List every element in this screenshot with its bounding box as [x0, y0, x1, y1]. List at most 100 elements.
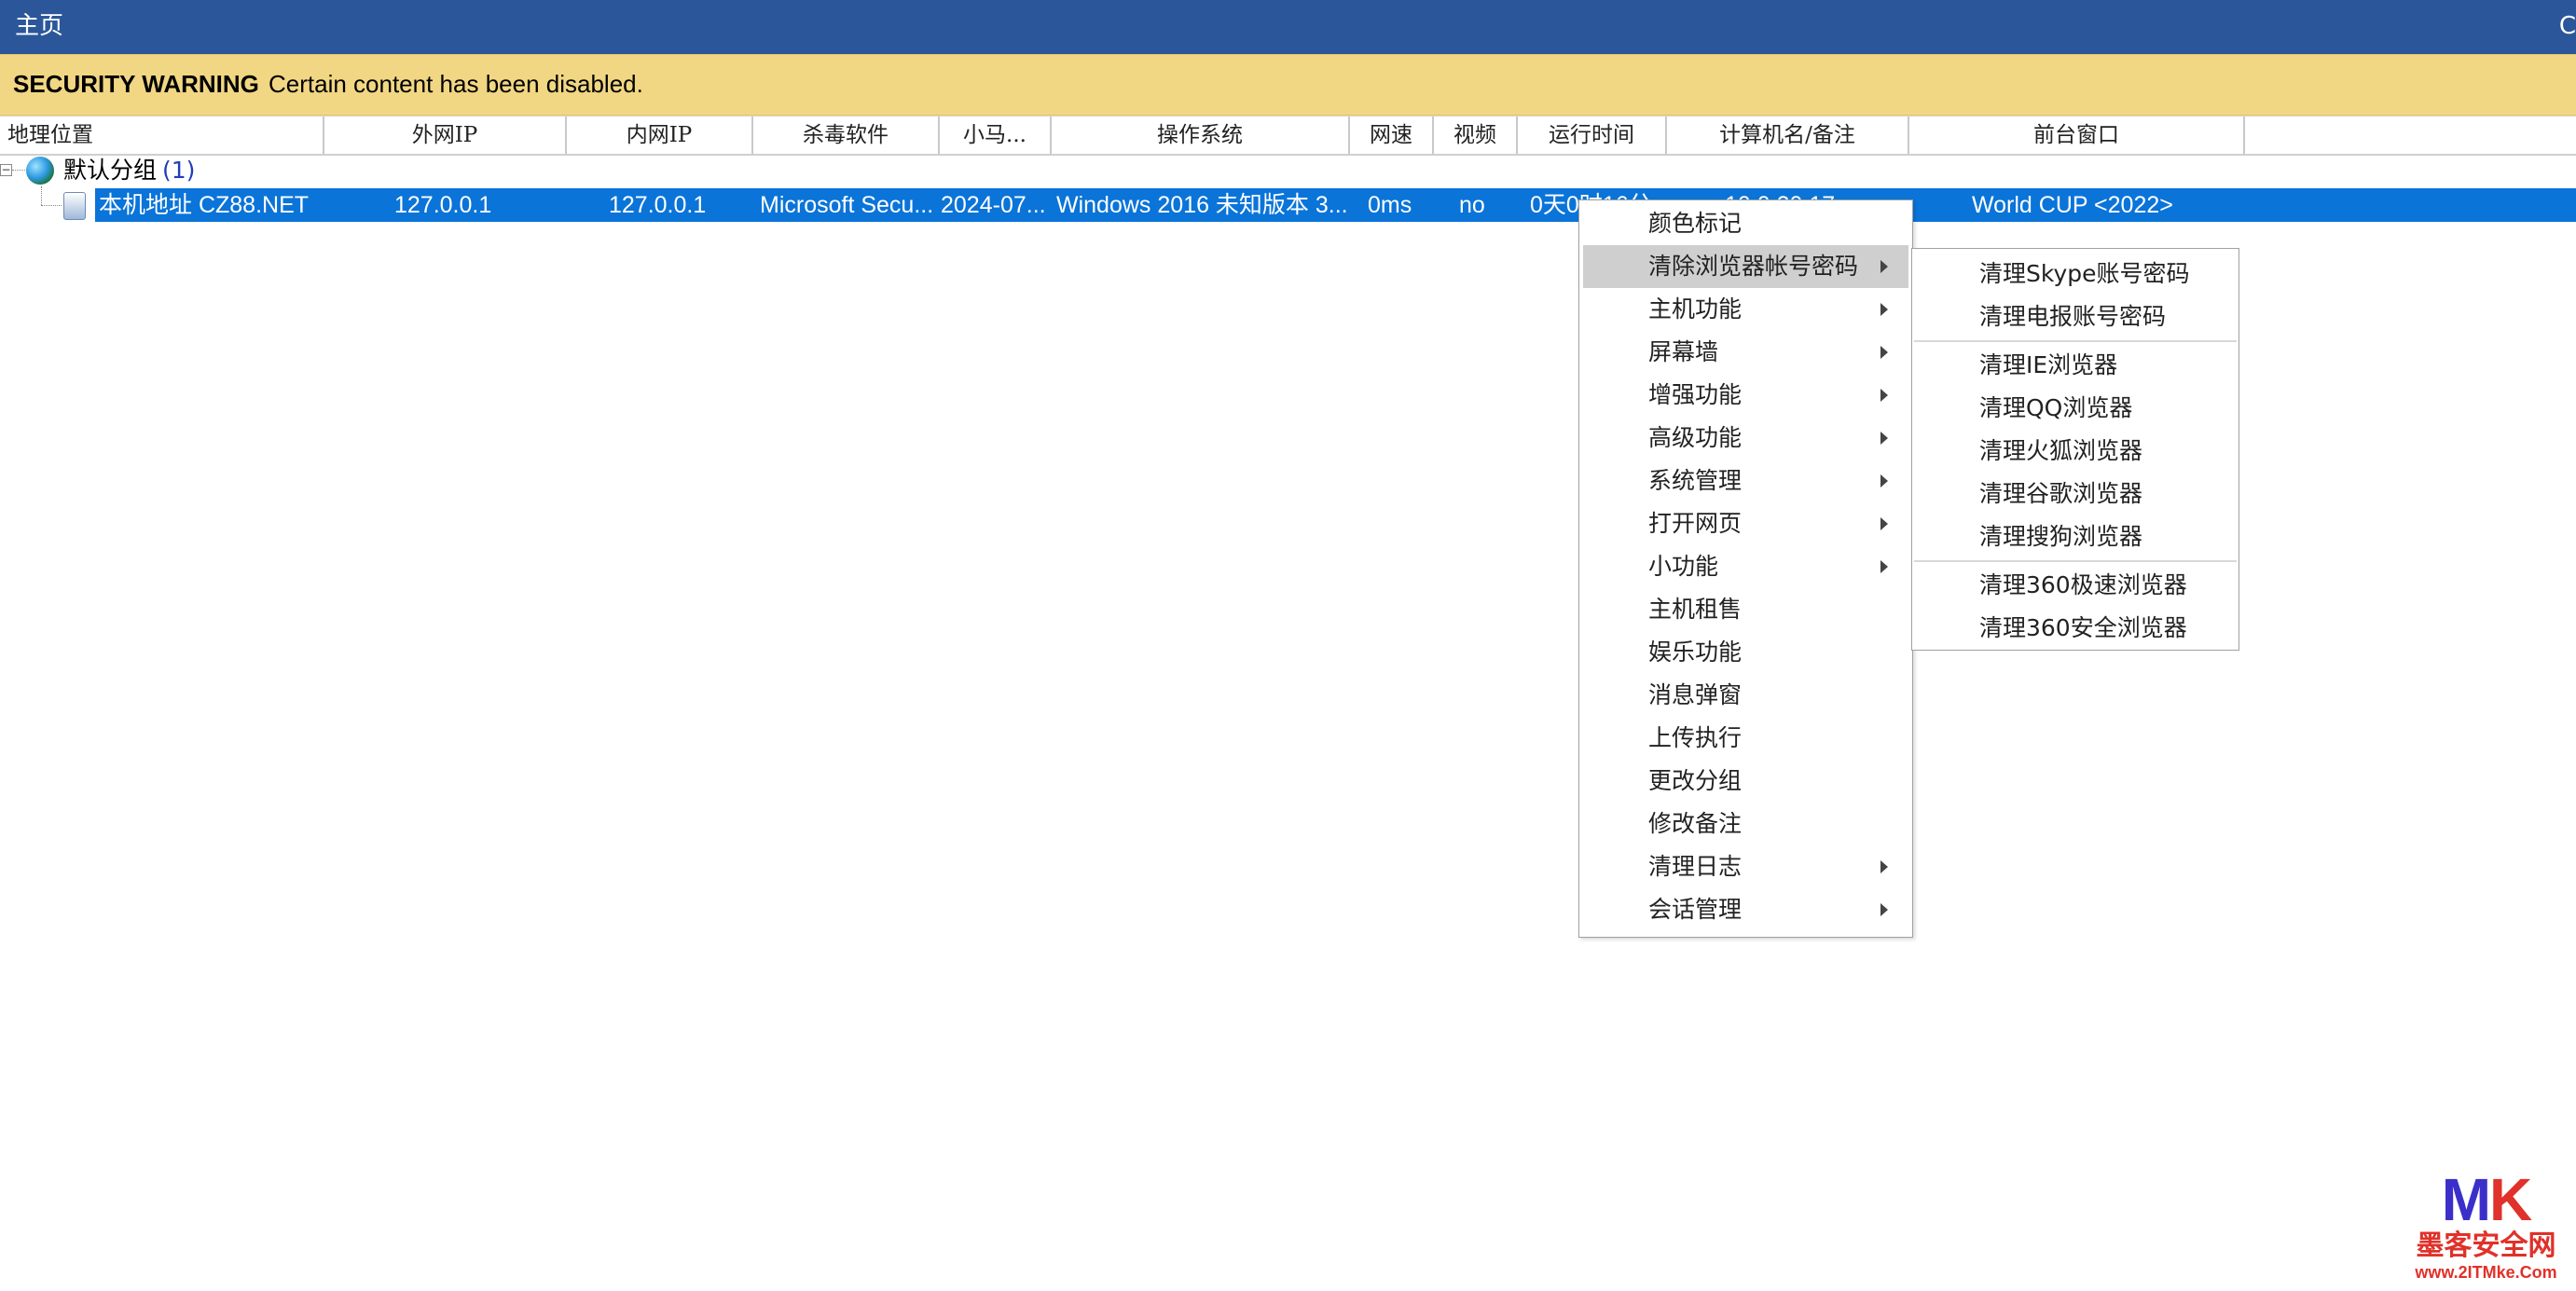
- host-location: 本机地址 CZ88.NET: [99, 192, 310, 218]
- menu-item-label: 修改备注: [1648, 810, 1743, 837]
- menu-item-clear-logs[interactable]: 清理日志: [1583, 845, 1908, 888]
- submenu-item-clear-telegram[interactable]: 清理电报账号密码: [1912, 295, 2239, 338]
- submenu-arrow-icon: [1880, 860, 1888, 873]
- collapse-icon[interactable]: −: [0, 164, 12, 176]
- submenu-item-label: 清理IE浏览器: [1979, 351, 2118, 378]
- computer-icon: [63, 192, 86, 220]
- submenu-item-label: 清理Skype账号密码: [1979, 260, 2190, 287]
- column-header-os[interactable]: 操作系统: [1052, 117, 1350, 154]
- submenu-item-clear-firefox[interactable]: 清理火狐浏览器: [1912, 430, 2239, 473]
- host-speed: 0ms: [1368, 192, 1412, 218]
- column-header-speed[interactable]: 网速: [1350, 117, 1434, 154]
- submenu-item-label: 清理火狐浏览器: [1979, 437, 2143, 464]
- column-header-computer-name[interactable]: 计算机名/备注: [1667, 117, 1909, 154]
- submenu-arrow-icon: [1880, 560, 1888, 573]
- menu-item-system-management[interactable]: 系统管理: [1583, 460, 1908, 502]
- submenu-item-label: 清理360安全浏览器: [1979, 614, 2187, 641]
- menu-item-change-group[interactable]: 更改分组: [1583, 760, 1908, 803]
- submenu-arrow-icon: [1880, 903, 1888, 916]
- host-foreground-window: World CUP <2022>: [1972, 192, 2173, 218]
- submenu-item-clear-360-safe[interactable]: 清理360安全浏览器: [1912, 607, 2239, 650]
- submenu-item-clear-360-speed[interactable]: 清理360极速浏览器: [1912, 564, 2239, 607]
- host-tree: − 默认分组 (1) 本机地址 CZ88.NET 127.0.0.1 127.0.…: [0, 155, 2576, 222]
- submenu-arrow-icon: [1880, 474, 1888, 488]
- submenu-arrow-icon: [1880, 260, 1888, 273]
- menu-item-enhanced-functions[interactable]: 增强功能: [1583, 374, 1908, 417]
- submenu-item-label: 清理搜狗浏览器: [1979, 523, 2143, 550]
- security-warning-message: Certain content has been disabled.: [269, 70, 643, 98]
- column-header-location[interactable]: 地理位置: [0, 117, 324, 154]
- submenu-arrow-icon: [1880, 389, 1888, 402]
- submenu-item-clear-qq-browser[interactable]: 清理QQ浏览器: [1912, 387, 2239, 430]
- tree-connector: [41, 205, 62, 206]
- submenu-arrow-icon: [1880, 517, 1888, 530]
- menu-item-edit-note[interactable]: 修改备注: [1583, 803, 1908, 845]
- host-wan-ip: 127.0.0.1: [394, 192, 492, 218]
- submenu-arrow-icon: [1880, 432, 1888, 445]
- group-count: (1): [162, 157, 196, 184]
- menu-item-open-webpage[interactable]: 打开网页: [1583, 502, 1908, 545]
- host-os: Windows 2016 未知版本 3...: [1056, 192, 1348, 218]
- tree-connector: [12, 170, 25, 171]
- submenu-separator: [1914, 340, 2237, 342]
- group-label: 默认分组 (1): [63, 155, 195, 186]
- menu-item-label: 娱乐功能: [1648, 639, 1743, 666]
- submenu-item-clear-ie[interactable]: 清理IE浏览器: [1912, 344, 2239, 387]
- menu-item-upload-execute[interactable]: 上传执行: [1583, 717, 1908, 760]
- menu-item-label: 打开网页: [1648, 510, 1743, 537]
- security-warning-title: SECURITY WARNING: [13, 70, 259, 98]
- submenu-item-clear-sogou[interactable]: 清理搜狗浏览器: [1912, 515, 2239, 558]
- menu-item-label: 清理日志: [1648, 853, 1743, 880]
- column-header-version[interactable]: 小马...: [940, 117, 1052, 154]
- menu-item-label: 屏幕墙: [1648, 338, 1719, 365]
- menu-item-label: 系统管理: [1648, 467, 1743, 494]
- menu-item-label: 上传执行: [1648, 724, 1743, 751]
- host-list-header: 地理位置 外网IP 内网IP 杀毒软件 小马... 操作系统 网速 视频 运行时…: [0, 116, 2576, 156]
- submenu-item-label: 清理360极速浏览器: [1979, 571, 2187, 598]
- menu-item-label: 增强功能: [1648, 381, 1743, 408]
- menu-item-label: 主机功能: [1648, 295, 1743, 323]
- menu-item-host-rental[interactable]: 主机租售: [1583, 588, 1908, 631]
- security-warning-bar[interactable]: SECURITY WARNING Certain content has bee…: [0, 54, 2576, 116]
- menu-item-screen-wall[interactable]: 屏幕墙: [1583, 331, 1908, 374]
- clear-browser-submenu: 清理Skype账号密码 清理电报账号密码 清理IE浏览器 清理QQ浏览器 清理火…: [1911, 248, 2239, 651]
- window-edge-glyph[interactable]: C: [2559, 9, 2576, 43]
- submenu-item-clear-chrome[interactable]: 清理谷歌浏览器: [1912, 473, 2239, 515]
- watermark-logo: MK 墨客安全网 www.2ITMke.Com: [2396, 1170, 2576, 1291]
- column-header-antivirus[interactable]: 杀毒软件: [753, 117, 940, 154]
- title-bar: 主页 C: [0, 0, 2576, 54]
- menu-item-entertainment[interactable]: 娱乐功能: [1583, 631, 1908, 674]
- menu-item-session-management[interactable]: 会话管理: [1583, 888, 1908, 931]
- column-header-wan-ip[interactable]: 外网IP: [324, 117, 567, 154]
- watermark-name: 墨客安全网: [2416, 1229, 2556, 1262]
- submenu-arrow-icon: [1880, 303, 1888, 316]
- submenu-item-clear-skype[interactable]: 清理Skype账号密码: [1912, 253, 2239, 295]
- menu-item-label: 清除浏览器帐号密码: [1648, 253, 1859, 280]
- host-antivirus: Microsoft Secu...: [760, 192, 934, 218]
- menu-item-clear-browser-passwords[interactable]: 清除浏览器帐号密码: [1583, 245, 1908, 288]
- window-title: 主页: [15, 12, 64, 40]
- host-row[interactable]: 本机地址 CZ88.NET 127.0.0.1 127.0.0.1 Micros…: [95, 188, 2576, 222]
- globe-icon: [26, 157, 54, 185]
- menu-item-message-popup[interactable]: 消息弹窗: [1583, 674, 1908, 717]
- column-header-lan-ip[interactable]: 内网IP: [567, 117, 753, 154]
- watermark-mk: MK: [2441, 1166, 2533, 1233]
- submenu-item-label: 清理谷歌浏览器: [1979, 480, 2143, 507]
- menu-item-color-mark[interactable]: 颜色标记: [1583, 202, 1908, 245]
- context-menu: 颜色标记 清除浏览器帐号密码 主机功能 屏幕墙 增强功能 高级功能 系统管理 打…: [1578, 199, 1913, 938]
- menu-item-label: 消息弹窗: [1648, 681, 1743, 708]
- column-header-video[interactable]: 视频: [1434, 117, 1518, 154]
- menu-item-label: 会话管理: [1648, 896, 1743, 923]
- column-header-foreground[interactable]: 前台窗口: [1909, 117, 2245, 154]
- submenu-item-label: 清理电报账号密码: [1979, 303, 2167, 330]
- watermark-url: www.2ITMke.Com: [2415, 1263, 2557, 1282]
- submenu-separator: [1914, 560, 2237, 562]
- menu-item-small-functions[interactable]: 小功能: [1583, 545, 1908, 588]
- menu-item-label: 更改分组: [1648, 767, 1743, 794]
- tree-connector: [41, 186, 42, 205]
- menu-item-host-functions[interactable]: 主机功能: [1583, 288, 1908, 331]
- menu-item-label: 高级功能: [1648, 424, 1743, 451]
- menu-item-advanced-functions[interactable]: 高级功能: [1583, 417, 1908, 460]
- group-name: 默认分组: [63, 157, 158, 184]
- column-header-uptime[interactable]: 运行时间: [1518, 117, 1667, 154]
